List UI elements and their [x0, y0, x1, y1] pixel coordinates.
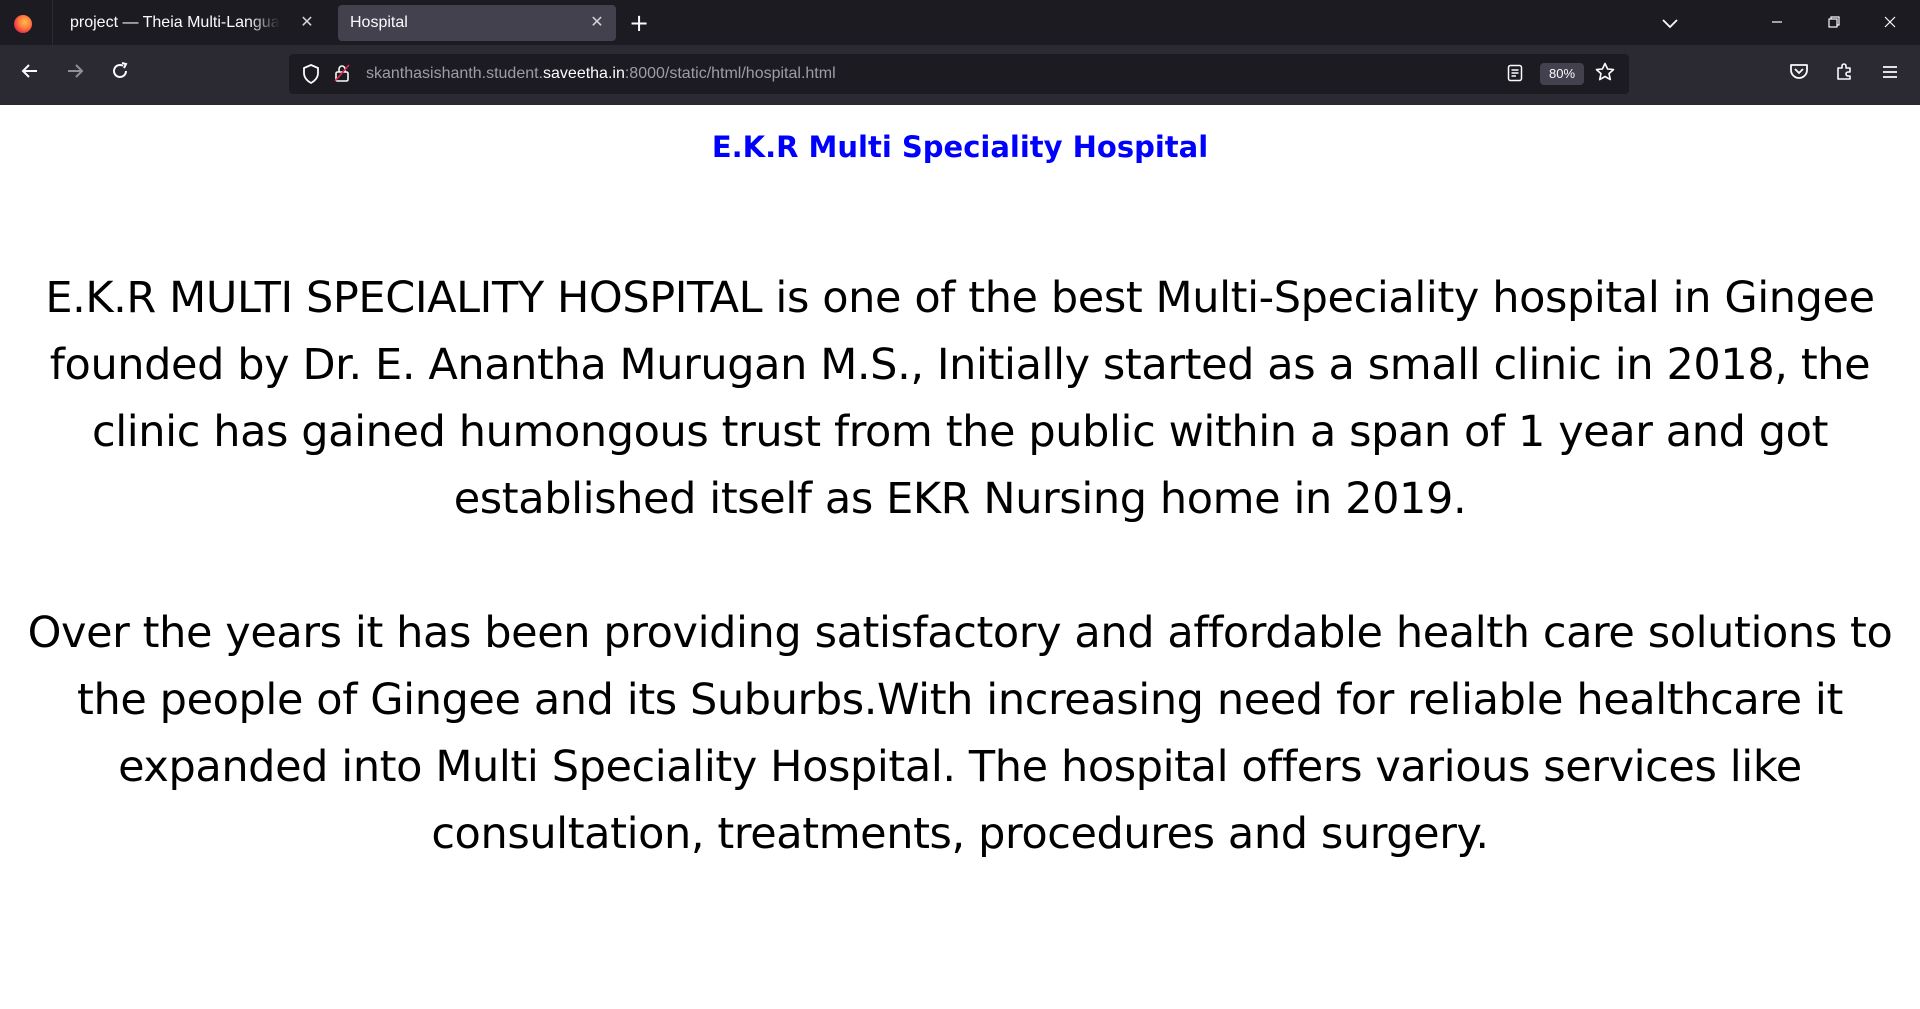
- shield-icon[interactable]: [301, 64, 321, 85]
- url-host: saveetha.in: [543, 65, 625, 82]
- forward-arrow-icon[interactable]: [61, 61, 89, 89]
- tab-separator: [52, 0, 53, 45]
- reload-icon[interactable]: [106, 61, 134, 89]
- back-arrow-icon[interactable]: [16, 61, 44, 89]
- menu-icon[interactable]: [1877, 61, 1903, 87]
- minimize-icon[interactable]: [1766, 12, 1788, 34]
- plus-icon[interactable]: +: [628, 11, 650, 35]
- pocket-icon[interactable]: [1786, 61, 1812, 87]
- url-prefix: skanthasishanth.student.: [366, 65, 544, 82]
- zoom-level-button[interactable]: 80%: [1540, 63, 1584, 85]
- firefox-icon[interactable]: [14, 15, 32, 33]
- url-suffix: :8000/static/html/hospital.html: [624, 65, 836, 82]
- close-icon[interactable]: ✕: [298, 14, 316, 32]
- close-window-icon[interactable]: [1879, 12, 1901, 34]
- restore-icon[interactable]: [1823, 12, 1845, 34]
- lock-icon[interactable]: [333, 64, 351, 84]
- chevron-down-icon[interactable]: [1660, 14, 1680, 32]
- page-title: E.K.R Multi Speciality Hospital: [711, 130, 1209, 164]
- tab-label: project — Theia Multi-Language Ex: [70, 14, 280, 31]
- close-icon[interactable]: ✕: [588, 14, 606, 32]
- reader-view-icon[interactable]: [1505, 64, 1525, 84]
- tab-strip: project — Theia Multi-Language Ex ✕ Hosp…: [0, 0, 1920, 45]
- tab-label: Hospital: [350, 14, 408, 31]
- url-bar[interactable]: skanthasishanth.student.saveetha.in:8000…: [289, 54, 1629, 94]
- about-paragraph: E.K.R MULTI SPECIALITY HOSPITAL is one o…: [45, 273, 1875, 524]
- tab-hospital[interactable]: Hospital ✕: [338, 5, 616, 41]
- navigation-bar: skanthasishanth.student.saveetha.in:8000…: [0, 45, 1920, 105]
- services-paragraph: Over the years it has been providing sat…: [27, 608, 1893, 859]
- page-content: E.K.R Multi Speciality Hospital E.K.R MU…: [0, 105, 1920, 1009]
- bookmark-star-icon[interactable]: [1593, 62, 1617, 86]
- url-text[interactable]: skanthasishanth.student.saveetha.in:8000…: [366, 54, 836, 94]
- extensions-icon[interactable]: [1832, 61, 1858, 87]
- browser-window: project — Theia Multi-Language Ex ✕ Hosp…: [0, 0, 1920, 1009]
- tab-project[interactable]: project — Theia Multi-Language Ex ✕: [56, 5, 326, 41]
